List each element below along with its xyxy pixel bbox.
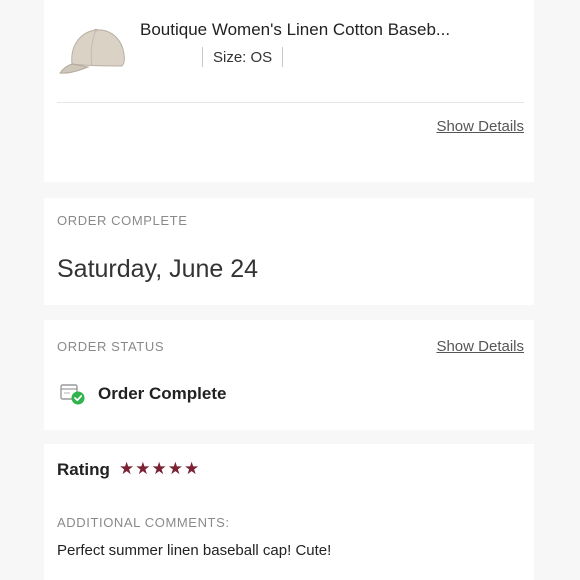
baseball-cap-image[interactable] bbox=[58, 24, 128, 76]
order-status-label: ORDER STATUS bbox=[57, 339, 165, 354]
divider bbox=[282, 47, 284, 67]
star-icon: ★ bbox=[151, 459, 168, 478]
star-icon: ★ bbox=[135, 459, 152, 478]
size-label: Size: OS bbox=[213, 48, 273, 66]
order-complete-date: Saturday, June 24 bbox=[57, 255, 259, 283]
rating-stars: ★★★★★ bbox=[119, 459, 200, 479]
product-title[interactable]: Boutique Women's Linen Cotton Baseb... bbox=[140, 20, 450, 40]
rating-label: Rating bbox=[57, 460, 110, 479]
package-check-icon bbox=[60, 384, 85, 405]
star-icon: ★ bbox=[167, 459, 184, 478]
order-details-page: Boutique Women's Linen Cotton Baseb... S… bbox=[0, 0, 580, 580]
order-complete-label: ORDER COMPLETE bbox=[57, 213, 188, 228]
comment-text: Perfect summer linen baseball cap! Cute! bbox=[57, 542, 332, 559]
divider bbox=[57, 102, 524, 103]
order-status-text: Order Complete bbox=[98, 384, 227, 403]
additional-comments-label: ADDITIONAL COMMENTS: bbox=[57, 515, 230, 530]
star-icon: ★ bbox=[119, 459, 136, 478]
product-show-details-link[interactable]: Show Details bbox=[436, 118, 524, 135]
star-icon: ★ bbox=[184, 459, 201, 478]
rating-card: Rating ★★★★★ ADDITIONAL COMMENTS: Perfec… bbox=[44, 444, 534, 580]
order-complete-card: ORDER COMPLETE Saturday, June 24 bbox=[44, 198, 534, 305]
product-card: Boutique Women's Linen Cotton Baseb... S… bbox=[44, 0, 534, 182]
order-status-card: ORDER STATUS Show Details Order Complete bbox=[44, 320, 534, 430]
size-info: Size: OS bbox=[202, 46, 284, 68]
status-show-details-link[interactable]: Show Details bbox=[436, 338, 524, 355]
